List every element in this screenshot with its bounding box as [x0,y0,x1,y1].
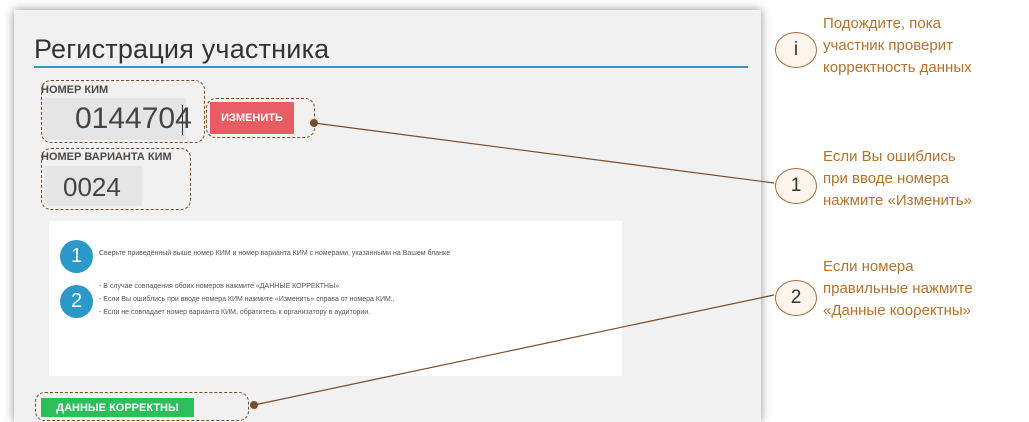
leader-dot-2 [250,401,258,409]
leader-line-2 [253,294,775,406]
info-callout-badge: i [775,32,817,68]
callout-1-badge: 1 [775,168,817,204]
info-callout-text: Подождите, пока участник проверит коррек… [823,15,972,76]
callout-2-badge: 2 [775,280,817,316]
leader-line-1 [313,122,775,184]
callout-2-text: Если номера правильные нажмите «Данные к… [823,258,973,319]
callout-1-text: Если Вы ошиблись при вводе номера нажмит… [823,148,972,209]
leader-dot-1 [310,119,318,127]
